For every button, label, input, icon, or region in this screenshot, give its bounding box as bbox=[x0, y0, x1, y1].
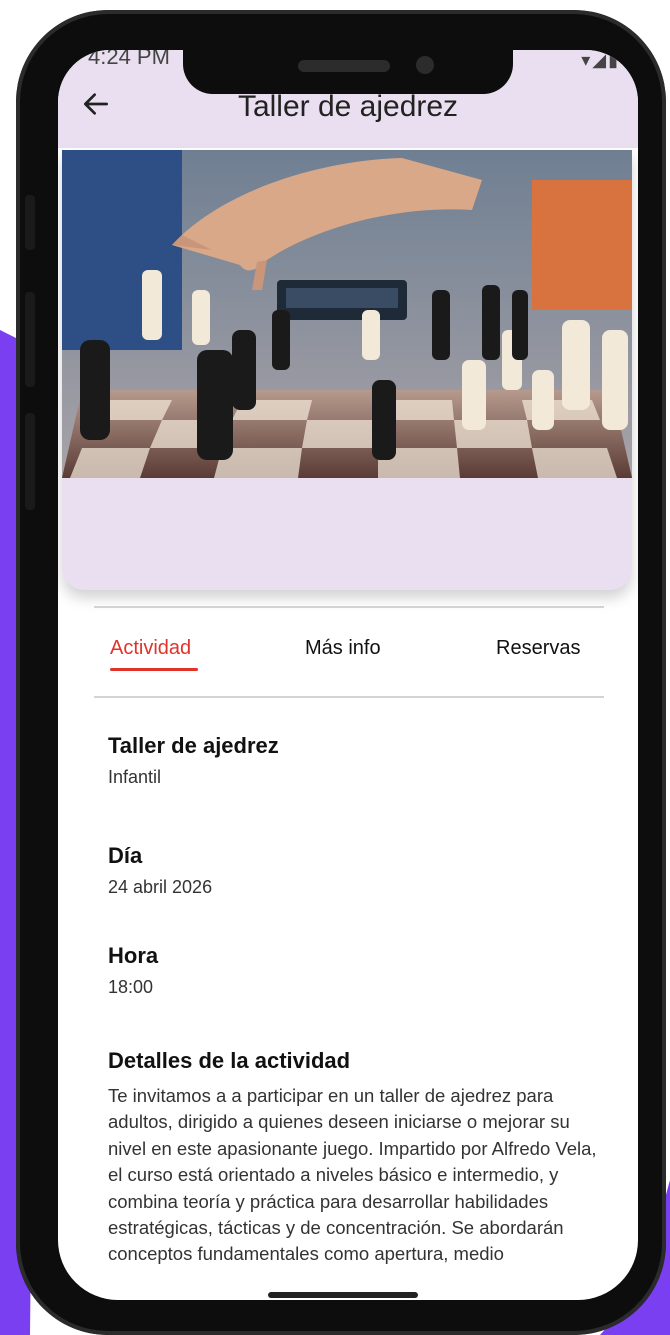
tab-reservas[interactable]: Reservas bbox=[496, 637, 580, 660]
activity-details-label: Detalles de la actividad bbox=[108, 1048, 351, 1073]
activity-name-block: Taller de ajedrez Infantil bbox=[108, 733, 279, 788]
speaker-grille bbox=[298, 60, 390, 72]
activity-time-block: Hora 18:00 bbox=[108, 943, 158, 998]
divider-top bbox=[94, 606, 604, 608]
phone-button-volume-down bbox=[25, 413, 35, 510]
activity-day-block: Día 24 abril 2026 bbox=[108, 843, 212, 898]
hero-card bbox=[62, 150, 632, 590]
activity-name: Taller de ajedrez bbox=[108, 733, 279, 758]
divider-tabs bbox=[94, 696, 604, 698]
home-indicator bbox=[268, 1292, 418, 1298]
activity-day-value: 24 abril 2026 bbox=[108, 877, 213, 897]
activity-details-block: Detalles de la actividad bbox=[108, 1048, 350, 1074]
phone-notch bbox=[183, 34, 513, 94]
activity-details-text: Te invitamos a a participar en un taller… bbox=[108, 1085, 597, 1265]
front-camera bbox=[416, 56, 434, 74]
activity-time-value: 18:00 bbox=[108, 977, 154, 997]
chess-board-photo bbox=[62, 150, 632, 478]
activity-day-label: Día bbox=[108, 843, 143, 868]
activity-category: Infantil bbox=[108, 767, 162, 787]
phone-button-mute bbox=[25, 195, 35, 250]
activity-time-label: Hora bbox=[108, 943, 159, 968]
tab-actividad[interactable]: Actividad bbox=[110, 637, 191, 660]
status-time: 4:24 PM bbox=[88, 50, 170, 69]
tab-mas-info[interactable]: Más info bbox=[305, 637, 381, 660]
tab-active-indicator bbox=[110, 668, 198, 671]
screen: 4:24 PM ▾◢▮ Taller de ajedrez Actividad … bbox=[58, 50, 638, 1300]
page-title: Taller de ajedrez bbox=[237, 90, 459, 123]
status-icons: ▾◢▮ bbox=[581, 50, 620, 70]
phone-button-volume-up bbox=[25, 292, 35, 387]
